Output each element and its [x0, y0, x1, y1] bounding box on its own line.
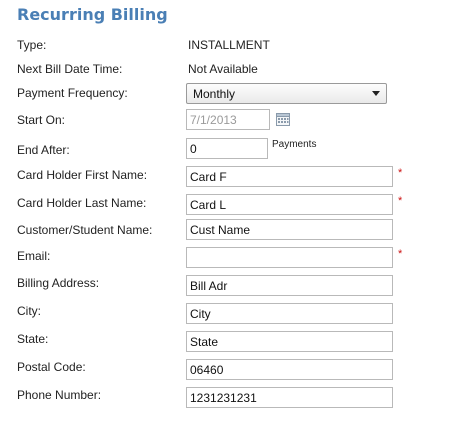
type-label: Type: [17, 38, 47, 52]
chevron-down-icon [372, 91, 380, 96]
customer-name-input[interactable]: Cust Name [186, 219, 393, 240]
required-marker: * [398, 167, 403, 179]
first-name-label: Card Holder First Name: [17, 168, 148, 182]
state-label: State: [17, 332, 49, 346]
start-on-input[interactable]: 7/1/2013 [186, 109, 270, 130]
calendar-icon[interactable] [276, 113, 290, 126]
next-bill-label: Next Bill Date Time: [17, 62, 123, 76]
next-bill-value: Not Available [188, 62, 258, 76]
customer-name-label: Customer/Student Name: [17, 223, 153, 237]
first-name-input[interactable]: Card F [186, 166, 393, 187]
last-name-label: Card Holder Last Name: [17, 196, 147, 210]
page-title: Recurring Billing [17, 5, 168, 24]
email-label: Email: [17, 249, 51, 263]
required-marker: * [398, 195, 403, 207]
email-input[interactable] [186, 247, 393, 268]
postal-code-input[interactable]: 06460 [186, 359, 393, 380]
end-after-label: End After: [17, 143, 70, 157]
payments-unit-label: Payments [272, 139, 317, 150]
phone-label: Phone Number: [17, 388, 102, 402]
state-input[interactable]: State [186, 331, 393, 352]
last-name-input[interactable]: Card L [186, 194, 393, 215]
phone-input[interactable]: 1231231231 [186, 387, 393, 408]
payment-frequency-select[interactable]: Monthly [186, 83, 387, 104]
postal-code-label: Postal Code: [17, 360, 86, 374]
required-marker: * [398, 248, 403, 260]
city-label: City: [17, 304, 41, 318]
end-after-input[interactable]: 0 [186, 138, 268, 159]
start-on-label: Start On: [17, 113, 66, 127]
type-value: INSTALLMENT [188, 38, 270, 52]
billing-address-input[interactable]: Bill Adr [186, 275, 393, 296]
city-input[interactable]: City [186, 303, 393, 324]
payment-frequency-label: Payment Frequency: [17, 86, 128, 100]
billing-address-label: Billing Address: [17, 276, 100, 290]
payment-frequency-value: Monthly [193, 87, 236, 101]
